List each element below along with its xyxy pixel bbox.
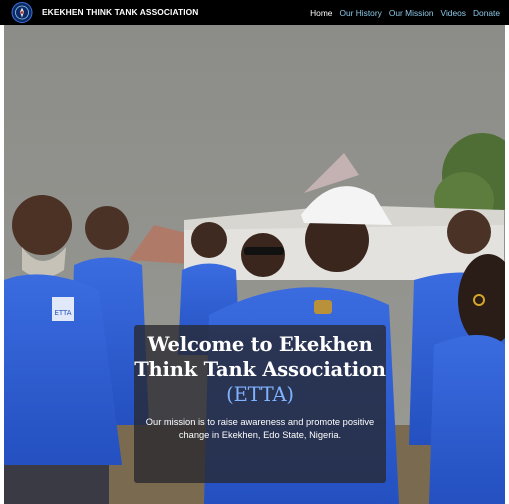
shirt-logo-text: ETTA bbox=[54, 309, 71, 317]
brand-name[interactable]: EKEKHEN THINK TANK ASSOCIATION bbox=[42, 0, 198, 25]
hero-title: Welcome to Ekekhen Think Tank Associatio… bbox=[134, 332, 386, 407]
hero-title-main: Welcome to Ekekhen Think Tank Associatio… bbox=[134, 333, 386, 381]
welcome-overlay-card: Welcome to Ekekhen Think Tank Associatio… bbox=[134, 325, 386, 483]
nav-our-history-link[interactable]: Our History bbox=[339, 8, 381, 18]
nav-donate-link[interactable]: Donate bbox=[473, 8, 500, 18]
hero-mission-text: Our mission is to raise awareness and pr… bbox=[145, 417, 375, 440]
hero-section: ETTA Welcome to Ekekhen Think Tank Assoc… bbox=[4, 25, 505, 504]
association-logo-icon[interactable] bbox=[11, 2, 33, 23]
nav-home-link[interactable]: Home bbox=[310, 8, 332, 18]
top-navbar: EKEKHEN THINK TANK ASSOCIATION Home Our … bbox=[0, 0, 509, 25]
nav-our-mission-link[interactable]: Our Mission bbox=[389, 8, 434, 18]
nav-videos-link[interactable]: Videos bbox=[441, 8, 466, 18]
main-navigation: Home Our History Our Mission Videos Dona… bbox=[310, 0, 500, 25]
hero-title-acronym: (ETTA) bbox=[226, 383, 294, 406]
